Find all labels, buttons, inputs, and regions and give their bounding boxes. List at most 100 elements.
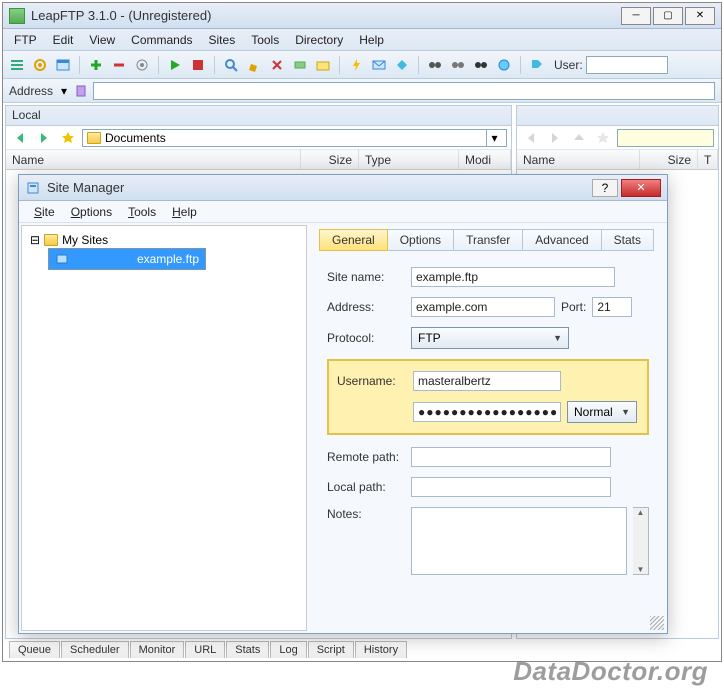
up-icon[interactable] [569,128,589,148]
favorite-icon[interactable] [593,128,613,148]
chevron-down-icon[interactable]: ▾ [486,130,502,146]
globe-icon[interactable] [494,55,514,75]
tab-monitor[interactable]: Monitor [130,641,185,658]
local-path-select[interactable]: Documents ▾ [82,129,507,147]
tag-icon[interactable] [527,55,547,75]
tab-log[interactable]: Log [270,641,306,658]
tab-history[interactable]: History [355,641,407,658]
notes-scrollbar[interactable]: ▲▼ [633,507,649,575]
dlg-menu-tools[interactable]: Tools [121,203,163,221]
menu-sites[interactable]: Sites [202,31,243,49]
newfolder-icon[interactable] [313,55,333,75]
tree-root[interactable]: ⊟ My Sites [28,232,300,248]
tab-transfer[interactable]: Transfer [453,229,523,251]
remote-path-label: Remote path: [327,450,405,464]
site-tree[interactable]: ⊟ My Sites example.ftp [21,225,307,631]
binoculars2-icon[interactable] [448,55,468,75]
menu-commands[interactable]: Commands [124,31,199,49]
menu-edit[interactable]: Edit [46,31,81,49]
menu-directory[interactable]: Directory [288,31,350,49]
rename-icon[interactable] [290,55,310,75]
edit-icon[interactable] [244,55,264,75]
menu-view[interactable]: View [82,31,122,49]
password-input[interactable] [413,402,561,422]
col-name[interactable]: Name [6,150,301,169]
dialog-titlebar: Site Manager ? ✕ [19,175,667,201]
col-type[interactable]: T [698,150,718,169]
protocol-label: Protocol: [327,331,405,345]
help-button[interactable]: ? [592,179,618,197]
dlg-menu-help[interactable]: Help [165,203,204,221]
col-name[interactable]: Name [517,150,640,169]
close-button[interactable]: ✕ [685,7,715,25]
username-label: Username: [337,374,407,388]
tab-general[interactable]: General [319,229,388,251]
menu-help[interactable]: Help [352,31,391,49]
delete-icon[interactable] [267,55,287,75]
bookmark-icon[interactable] [75,85,87,97]
minimize-button[interactable]: ─ [621,7,651,25]
dialog-close-button[interactable]: ✕ [621,179,661,197]
protocol-select[interactable]: FTP ▼ [411,327,569,349]
tab-stats[interactable]: Stats [601,229,654,251]
mail-icon[interactable] [369,55,389,75]
minus-icon: ⊟ [30,233,40,247]
play-icon[interactable] [165,55,185,75]
calendar-icon[interactable] [53,55,73,75]
notes-textarea[interactable] [411,507,627,575]
site-manager-dialog: Site Manager ? ✕ Site Options Tools Help… [18,174,668,634]
menu-tools[interactable]: Tools [244,31,286,49]
stop-icon[interactable] [188,55,208,75]
folder-icon [44,234,58,246]
forward-icon[interactable] [545,128,565,148]
address-input[interactable] [93,82,715,100]
dlg-menu-options[interactable]: Options [64,203,119,221]
remote-path-select[interactable] [617,129,714,147]
forward-icon[interactable] [34,128,54,148]
col-modified[interactable]: Modi [459,150,511,169]
back-icon[interactable] [10,128,30,148]
window-title: LeapFTP 3.1.0 - (Unregistered) [31,8,621,23]
login-mode-select[interactable]: Normal ▼ [567,401,637,423]
col-type[interactable]: Type [359,150,459,169]
chevron-down-icon: ▼ [621,407,630,417]
remove-icon[interactable] [109,55,129,75]
list-icon[interactable] [7,55,27,75]
tab-scheduler[interactable]: Scheduler [61,641,129,658]
tree-item-label: example.ftp [137,252,199,266]
diamond-icon[interactable] [392,55,412,75]
tree-item-selected[interactable]: example.ftp [48,248,206,270]
binoculars1-icon[interactable] [425,55,445,75]
col-size[interactable]: Size [640,150,698,169]
site-name-input[interactable] [411,267,615,287]
menu-ftp[interactable]: FTP [7,31,44,49]
resize-grip-icon[interactable] [650,616,664,630]
local-path-input[interactable] [411,477,611,497]
tab-url[interactable]: URL [185,641,225,658]
zoom-icon[interactable] [221,55,241,75]
tab-advanced[interactable]: Advanced [522,229,601,251]
address-dropdown-icon[interactable]: ▾ [59,86,69,96]
refresh-icon[interactable] [132,55,152,75]
port-input[interactable] [592,297,632,317]
address-input[interactable] [411,297,555,317]
back-icon[interactable] [521,128,541,148]
favorite-icon[interactable] [58,128,78,148]
add-icon[interactable] [86,55,106,75]
tab-stats[interactable]: Stats [226,641,269,658]
user-input[interactable] [586,56,668,74]
remote-path-input[interactable] [411,447,611,467]
tab-queue[interactable]: Queue [9,641,60,658]
tab-options[interactable]: Options [387,229,454,251]
flash-icon[interactable] [346,55,366,75]
username-input[interactable] [413,371,561,391]
address-label: Address: [327,300,405,314]
maximize-button[interactable]: ▢ [653,7,683,25]
tab-script[interactable]: Script [308,641,354,658]
bottom-tabs: Queue Scheduler Monitor URL Stats Log Sc… [9,641,408,658]
dlg-menu-site[interactable]: Site [27,203,62,221]
gear-icon[interactable] [30,55,50,75]
login-mode-value: Normal [574,405,613,419]
binoculars3-icon[interactable] [471,55,491,75]
col-size[interactable]: Size [301,150,359,169]
